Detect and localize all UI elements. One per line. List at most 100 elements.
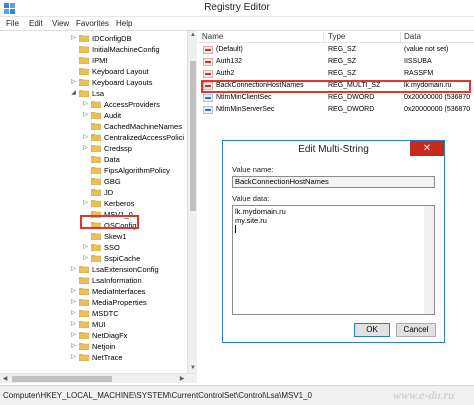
column-name[interactable]: Name [202, 32, 324, 43]
tree-item[interactable]: ▷ CentralizedAccessPolici [82, 132, 187, 143]
expand-arrow-icon[interactable]: ▷ [82, 244, 89, 251]
tree-item-label: Credssp [104, 144, 132, 153]
expand-arrow-icon[interactable]: ▷ [70, 79, 77, 86]
value-data-scrollbar[interactable] [424, 206, 434, 314]
tree-item[interactable]: ▷ NetDiagFx [70, 330, 187, 341]
expand-arrow-icon[interactable]: ▷ [82, 145, 89, 152]
expand-arrow-icon[interactable]: ▷ [82, 200, 89, 207]
tree-item-label: AccessProviders [104, 100, 160, 109]
tree-item[interactable]: JD [82, 187, 187, 198]
folder-icon [91, 101, 101, 108]
menu-file[interactable]: File [6, 19, 19, 28]
status-bar: Computer\HKEY_LOCAL_MACHINE\SYSTEM\Curre… [0, 385, 474, 405]
tree-item[interactable]: ▷ LsaExtensionConfig [70, 264, 187, 275]
tree-item[interactable]: Keyboard Layout [70, 66, 187, 77]
tree-vertical-scrollbar[interactable]: ▲ ▼ [187, 31, 197, 373]
tree-item[interactable]: ▷ NetTrace [70, 352, 187, 363]
menu-view[interactable]: View [52, 19, 69, 28]
tree-item[interactable]: ▷ Credssp [82, 143, 187, 154]
tree-item[interactable]: ▷ Netjoin [70, 341, 187, 352]
expand-arrow-icon[interactable]: ▷ [82, 101, 89, 108]
expand-arrow-icon[interactable]: ▷ [82, 134, 89, 141]
backconnection-highlight-box [201, 80, 471, 93]
tree-item[interactable]: ▷ MediaInterfaces [70, 286, 187, 297]
value-row[interactable]: NtlmMinClientSec REG_DWORD 0x20000000 (536… [198, 93, 474, 103]
scroll-left-arrow-icon[interactable]: ◀ [0, 374, 10, 384]
menu-favorites[interactable]: Favorites [76, 19, 109, 28]
tree-item[interactable]: ▷ Audit [82, 110, 187, 121]
menu-edit[interactable]: Edit [29, 19, 43, 28]
ok-button[interactable]: OK [354, 323, 390, 337]
expand-arrow-icon[interactable]: ▷ [70, 35, 77, 42]
expand-arrow-icon[interactable]: ▷ [82, 112, 89, 119]
expand-arrow-icon[interactable]: ▷ [70, 354, 77, 361]
value-row[interactable]: (Default) REG_SZ (value not set) [198, 45, 474, 55]
value-type-cell: REG_SZ [328, 46, 357, 53]
scroll-up-arrow-icon[interactable]: ▲ [188, 31, 198, 40]
folder-icon [79, 90, 89, 97]
expand-arrow-icon[interactable]: ▷ [70, 266, 77, 273]
expand-arrow-icon[interactable]: ▷ [70, 321, 77, 328]
expand-arrow-icon[interactable]: ▷ [70, 299, 77, 306]
expand-arrow-icon[interactable]: ▷ [70, 288, 77, 295]
tree-item[interactable]: ▷ MUI [70, 319, 187, 330]
menu-help[interactable]: Help [116, 19, 132, 28]
folder-icon [79, 79, 89, 86]
tree-item[interactable]: ▷ SSO [82, 242, 187, 253]
value-row[interactable]: NtlmMinServerSec REG_DWORD 0x20000000 (536… [198, 105, 474, 115]
tree-item-label: LsaInformation [92, 276, 142, 285]
tree-hscroll-thumb[interactable] [12, 376, 112, 382]
tree-item[interactable]: LsaInformation [70, 275, 187, 286]
cancel-button[interactable]: Cancel [396, 323, 436, 337]
value-data-cell: RASSFM [404, 70, 434, 77]
tree-item[interactable]: InitialMachineConfig [70, 44, 187, 55]
tree-item[interactable]: ▷ MSDTC [70, 308, 187, 319]
column-type[interactable]: Type [328, 32, 401, 43]
text-cursor [235, 225, 236, 234]
expand-arrow-icon[interactable]: ▷ [70, 310, 77, 317]
column-data[interactable]: Data [404, 32, 474, 43]
value-name-label: Value name: [232, 165, 274, 174]
tree-horizontal-scrollbar[interactable]: ◀ ▶ [0, 373, 197, 383]
tree-item[interactable]: ▷ MediaProperties [70, 297, 187, 308]
value-data-cell: IISSUBA [404, 58, 432, 65]
tree-item[interactable]: ▷ AccessProviders [82, 99, 187, 110]
tree-item[interactable]: Skew1 [82, 231, 187, 242]
tree-item[interactable]: ◢ Lsa [70, 88, 187, 99]
expand-arrow-icon[interactable]: ▷ [70, 332, 77, 339]
scroll-down-arrow-icon[interactable]: ▼ [188, 364, 198, 373]
tree-item[interactable]: CachedMachineNames [82, 121, 187, 132]
folder-icon [79, 68, 89, 75]
tree-item[interactable]: ▷ Kerberos [82, 198, 187, 209]
folder-icon [79, 354, 89, 361]
tree-item[interactable]: IPMI [70, 55, 187, 66]
tree-item[interactable]: ▷ SspiCache [82, 253, 187, 264]
key-path: Computer\HKEY_LOCAL_MACHINE\SYSTEM\Curre… [3, 391, 313, 400]
collapse-arrow-icon[interactable]: ◢ [70, 90, 77, 97]
tree-item-label: Keyboard Layout [92, 67, 149, 76]
dialog-title-bar: Edit Multi-String ✕ [223, 141, 444, 158]
tree-item[interactable]: Data [82, 154, 187, 165]
expand-arrow-icon[interactable]: ▷ [82, 255, 89, 262]
value-name-field: BackConnectionHostNames [232, 176, 435, 188]
value-row[interactable]: Auth2 REG_SZ RASSFM [198, 69, 474, 79]
expand-arrow-icon[interactable]: ▷ [70, 343, 77, 350]
registry-tree[interactable]: ▷ IDConfigDB InitialMachineConfig IPMI Keybo… [0, 31, 197, 373]
tree-item[interactable]: ▷ Keyboard Layouts [70, 77, 187, 88]
tree-item[interactable]: FipsAlgorithmPolicy [82, 165, 187, 176]
value-row[interactable]: Auth132 REG_SZ IISSUBA [198, 57, 474, 67]
tree-item[interactable]: ▷ IDConfigDB [70, 33, 187, 44]
tree-scroll-thumb[interactable] [190, 61, 196, 211]
close-icon[interactable]: ✕ [410, 141, 444, 156]
value-data-textarea[interactable]: lk.mydomain.ru my.site.ru [232, 205, 435, 315]
scroll-right-arrow-icon[interactable]: ▶ [177, 374, 187, 384]
folder-icon [79, 299, 89, 306]
tree-item[interactable]: GBG [82, 176, 187, 187]
folder-icon [79, 35, 89, 42]
tree-item-label: InitialMachineConfig [92, 45, 160, 54]
tree-item-label: SSO [104, 243, 120, 252]
resize-grip-icon[interactable]: ⋰ [435, 335, 443, 343]
